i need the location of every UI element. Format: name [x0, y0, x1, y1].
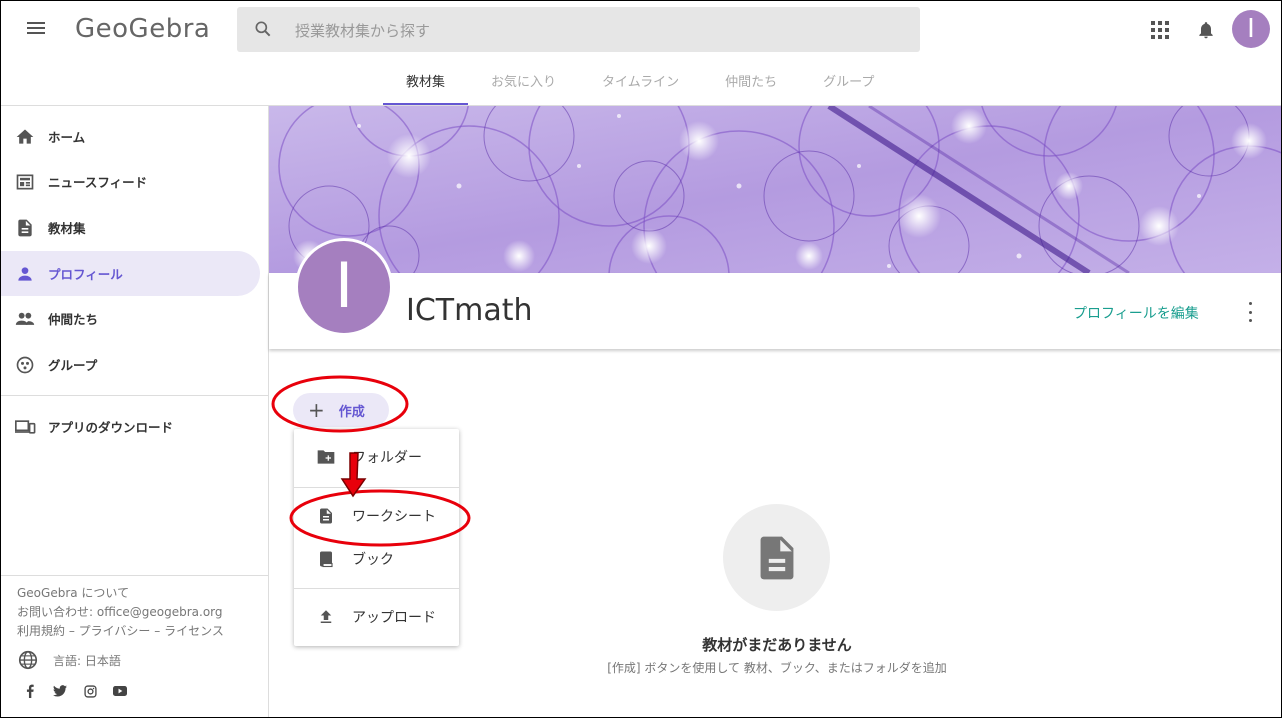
- globe-icon: [18, 650, 38, 670]
- menu-item-label: アップロード: [352, 610, 436, 626]
- empty-state-subtitle: [作成] ボタンを使用して 教材、ブック、またはフォルダを追加: [607, 661, 947, 675]
- sidebar-item-label: 教材集: [48, 221, 86, 236]
- profile-tabs: 教材集 お気に入り タイムライン 仲間たち グループ: [383, 65, 897, 105]
- tab-materials[interactable]: 教材集: [383, 65, 469, 105]
- avatar-letter: I: [334, 249, 354, 322]
- devices-icon: [14, 416, 36, 438]
- empty-state-illustration: [723, 504, 830, 611]
- create-button[interactable]: + 作成: [293, 393, 389, 427]
- tab-favorites[interactable]: お気に入り: [468, 65, 579, 105]
- about-link[interactable]: GeoGebra について: [17, 586, 129, 600]
- profile-banner-image: [269, 106, 1281, 273]
- sidebar-item-newsfeed[interactable]: ニュースフィード: [1, 159, 260, 204]
- youtube-icon[interactable]: [113, 684, 127, 698]
- footer-separator: –: [68, 624, 75, 638]
- apps-grid-icon[interactable]: [1151, 21, 1169, 39]
- top-header: GeoGebra I 教材集 お気に入り タイムライン 仲間たち グループ: [1, 1, 1281, 106]
- profile-username: ICTmath: [406, 293, 533, 328]
- create-button-label: 作成: [338, 404, 365, 420]
- sidebar-item-home[interactable]: ホーム: [1, 114, 260, 159]
- app-window: GeoGebra I 教材集 お気に入り タイムライン 仲間たち グループ ホー…: [0, 0, 1282, 718]
- terms-link[interactable]: 利用規約: [17, 624, 65, 638]
- upload-icon: [316, 607, 336, 627]
- edit-profile-button[interactable]: プロフィールを編集: [1073, 303, 1199, 323]
- language-label: 言語: 日本語: [53, 653, 121, 668]
- facebook-icon[interactable]: [23, 684, 37, 698]
- search-icon: [255, 21, 271, 37]
- home-icon: [14, 126, 36, 148]
- social-links: [23, 684, 127, 698]
- sidebar-item-colleagues[interactable]: 仲間たち: [1, 296, 260, 341]
- sidebar-footer: GeoGebra について お問い合わせ: office@geogebra.or…: [17, 584, 224, 641]
- menu-item-label: フォルダー: [352, 450, 422, 466]
- person-icon: [14, 263, 36, 285]
- privacy-link[interactable]: プライバシー: [79, 624, 151, 638]
- menu-item-upload[interactable]: アップロード: [294, 595, 459, 639]
- empty-state-title: 教材がまだありません: [702, 636, 852, 654]
- sidebar-divider: [1, 575, 268, 576]
- search-input[interactable]: [293, 7, 897, 54]
- language-selector[interactable]: 言語: 日本語: [17, 649, 121, 671]
- avatar-letter: I: [1247, 14, 1255, 44]
- sidebar-item-label: プロフィール: [48, 267, 123, 282]
- people-icon: [14, 308, 36, 330]
- plus-icon: +: [308, 398, 325, 422]
- user-avatar[interactable]: I: [1232, 10, 1270, 48]
- menu-item-folder[interactable]: フォルダー: [294, 435, 459, 479]
- sidebar-item-label: アプリのダウンロード: [48, 420, 174, 435]
- sidebar-item-label: グループ: [48, 358, 98, 373]
- search-bar[interactable]: [237, 7, 920, 54]
- more-options-icon[interactable]: [1245, 302, 1255, 322]
- new-folder-icon: [316, 447, 336, 467]
- license-link[interactable]: ライセンス: [164, 624, 224, 638]
- sidebar-divider: [1, 395, 268, 396]
- sidebar-item-materials[interactable]: 教材集: [1, 205, 260, 250]
- document-icon: [760, 536, 793, 579]
- menu-item-worksheet[interactable]: ワークシート: [294, 494, 459, 538]
- tab-colleagues[interactable]: 仲間たち: [702, 65, 800, 105]
- geogebra-logo[interactable]: GeoGebra: [75, 14, 210, 44]
- sidebar-item-label: 仲間たち: [48, 312, 99, 327]
- logo-text: GeoGebra: [75, 14, 211, 44]
- twitter-icon[interactable]: [53, 684, 67, 698]
- sidebar-item-profile[interactable]: プロフィール: [1, 251, 260, 296]
- menu-divider: [294, 588, 459, 589]
- sidebar: ホーム ニュースフィード 教材集 プロフィール 仲間たち グループ アプリのダウ…: [1, 106, 269, 717]
- profile-avatar: I: [295, 238, 393, 336]
- tab-timeline[interactable]: タイムライン: [579, 65, 702, 105]
- book-icon: [316, 549, 336, 569]
- document-icon: [14, 217, 36, 239]
- sidebar-item-app-download[interactable]: アプリのダウンロード: [1, 404, 260, 449]
- newsfeed-icon: [14, 171, 36, 193]
- hamburger-menu-icon[interactable]: [23, 19, 49, 41]
- sidebar-item-groups[interactable]: グループ: [1, 342, 260, 387]
- worksheet-icon: [316, 506, 336, 526]
- menu-item-label: ワークシート: [352, 509, 436, 525]
- group-icon: [14, 354, 36, 376]
- menu-divider: [294, 487, 459, 488]
- notifications-bell-icon[interactable]: [1196, 19, 1216, 41]
- footer-separator: –: [154, 624, 161, 638]
- sidebar-item-label: ホーム: [48, 130, 86, 145]
- menu-item-book[interactable]: ブック: [294, 537, 459, 581]
- tab-groups[interactable]: グループ: [800, 65, 897, 105]
- sidebar-item-label: ニュースフィード: [48, 175, 148, 190]
- create-dropdown-menu: フォルダー ワークシート ブック アップロード: [294, 429, 459, 646]
- menu-item-label: ブック: [352, 552, 394, 568]
- instagram-icon[interactable]: [83, 684, 97, 698]
- contact-link[interactable]: お問い合わせ: office@geogebra.org: [17, 605, 223, 619]
